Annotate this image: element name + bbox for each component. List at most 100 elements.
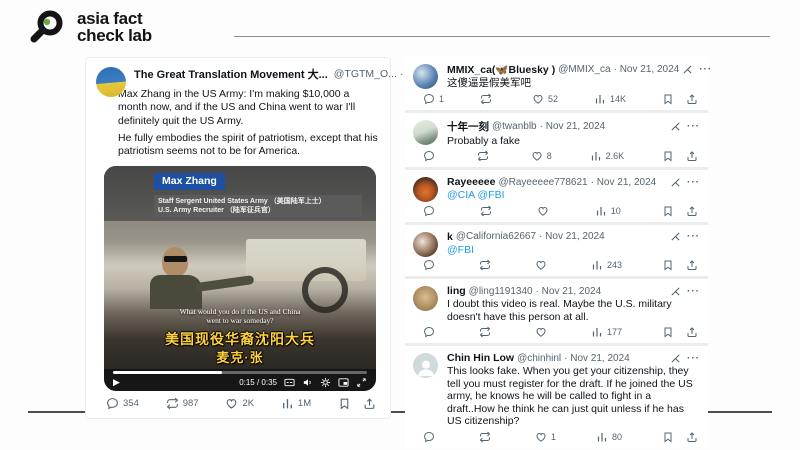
share-button[interactable]: [363, 397, 376, 410]
reply-engagement-bar: 10: [423, 205, 698, 217]
repost-button[interactable]: [480, 205, 496, 217]
views-button[interactable]: 1M: [281, 397, 311, 410]
author-name[interactable]: MMIX_ca(🦋Bluesky ): [447, 63, 555, 76]
reply-card[interactable]: MMIX_ca(🦋Bluesky ) @MMIX_ca · Nov 21, 20…: [405, 57, 708, 110]
avatar[interactable]: [96, 67, 126, 97]
share-button[interactable]: [686, 431, 698, 443]
repost-button[interactable]: [477, 150, 493, 162]
repost-button[interactable]: 987: [166, 397, 199, 410]
reply-button[interactable]: [423, 259, 439, 271]
like-button[interactable]: 8: [531, 150, 552, 162]
repost-button[interactable]: [479, 431, 495, 443]
views-button[interactable]: 243: [591, 259, 622, 271]
author-handle[interactable]: @California62667: [456, 231, 536, 242]
avatar[interactable]: [413, 64, 438, 89]
author-handle[interactable]: @MMIX_ca: [558, 64, 610, 75]
like-button[interactable]: 52: [532, 93, 558, 105]
more-icon[interactable]: ···: [687, 121, 700, 132]
author-handle[interactable]: @twanblb: [492, 121, 537, 132]
avatar[interactable]: [413, 286, 438, 311]
author-handle[interactable]: @chinhinl: [517, 353, 561, 364]
repost-button[interactable]: [479, 326, 495, 338]
more-icon[interactable]: ···: [687, 177, 700, 188]
grok-icon[interactable]: [670, 286, 681, 297]
grok-icon[interactable]: [670, 231, 681, 242]
grok-icon[interactable]: [670, 121, 681, 132]
pip-icon[interactable]: [338, 377, 349, 388]
share-button[interactable]: [686, 93, 698, 105]
reply-button[interactable]: 354: [106, 397, 139, 410]
captions-icon[interactable]: [284, 377, 295, 388]
avatar[interactable]: [413, 232, 438, 257]
share-button[interactable]: [686, 150, 698, 162]
reply-text: This looks fake. When you get your citiz…: [447, 365, 700, 428]
grok-icon[interactable]: [670, 177, 681, 188]
reply-card[interactable]: Chin Hin Low @chinhinl · Nov 21, 2024 ··…: [405, 346, 708, 448]
reply-text[interactable]: @FBI: [447, 244, 700, 257]
repost-button[interactable]: [480, 93, 496, 105]
reply-card[interactable]: Rayeeeee @Rayeeeee778621 · Nov 21, 2024 …: [405, 170, 708, 222]
author-handle[interactable]: @Rayeeeee778621: [498, 177, 587, 188]
reply-button[interactable]: [423, 326, 439, 338]
repost-button[interactable]: [479, 259, 495, 271]
reply-text[interactable]: @CIA @FBI: [447, 189, 700, 202]
author-name[interactable]: The Great Translation Movement 大...: [134, 66, 328, 82]
like-button[interactable]: [535, 326, 551, 338]
avatar[interactable]: [413, 353, 438, 378]
grok-icon[interactable]: [670, 353, 681, 364]
views-button[interactable]: 14K: [594, 93, 626, 105]
more-icon[interactable]: ···: [687, 353, 700, 364]
video-overlay-text: 麦克·张: [104, 347, 376, 366]
more-icon[interactable]: ···: [699, 64, 712, 75]
like-button[interactable]: 1: [535, 431, 556, 443]
author-name[interactable]: ling: [447, 285, 466, 297]
reply-date: · Nov 21, 2024: [614, 64, 680, 75]
like-button[interactable]: [535, 259, 551, 271]
bookmark-button[interactable]: [662, 205, 674, 217]
like-button[interactable]: [537, 205, 553, 217]
views-button[interactable]: 80: [596, 431, 622, 443]
more-icon[interactable]: ···: [687, 286, 700, 297]
fullscreen-icon[interactable]: [356, 377, 367, 388]
author-handle[interactable]: @TGTM_O...: [334, 68, 397, 80]
video-player[interactable]: Max Zhang Staff Sergent United States Ar…: [104, 166, 376, 391]
bookmark-button[interactable]: [662, 150, 674, 162]
share-button[interactable]: [686, 326, 698, 338]
avatar[interactable]: [413, 120, 438, 145]
share-button[interactable]: [686, 205, 698, 217]
reply-button[interactable]: [423, 205, 439, 217]
more-icon[interactable]: ···: [687, 231, 700, 242]
play-icon[interactable]: ▶: [113, 377, 120, 388]
avatar[interactable]: [413, 177, 438, 202]
volume-icon[interactable]: [302, 377, 313, 388]
reply-engagement-bar: 177: [423, 326, 698, 338]
video-progress-bar[interactable]: [113, 371, 367, 374]
views-button[interactable]: 10: [595, 205, 621, 217]
reply-card[interactable]: 十年一刻 @twanblb · Nov 21, 2024 ··· Probabl…: [405, 113, 708, 168]
bookmark-button[interactable]: [662, 431, 674, 443]
car-window: [246, 239, 366, 281]
video-controls: ▶ 0:15 / 0:35: [104, 375, 376, 391]
author-name[interactable]: 十年一刻: [447, 119, 489, 134]
author-name[interactable]: k: [447, 231, 453, 243]
reply-button[interactable]: [423, 150, 439, 162]
bookmark-button[interactable]: [662, 259, 674, 271]
author-name[interactable]: Chin Hin Low: [447, 352, 514, 364]
main-tweet-card[interactable]: The Great Translation Movement 大... @TGT…: [85, 57, 391, 419]
bookmark-button[interactable]: [662, 93, 674, 105]
bookmark-button[interactable]: [662, 326, 674, 338]
bookmark-button[interactable]: [338, 397, 351, 410]
share-button[interactable]: [686, 259, 698, 271]
reply-button[interactable]: 1: [423, 93, 444, 105]
grok-icon[interactable]: [682, 64, 693, 75]
reply-button[interactable]: [423, 431, 439, 443]
author-handle[interactable]: @ling1191340: [469, 286, 533, 297]
views-button[interactable]: 2.6K: [590, 150, 625, 162]
reply-card[interactable]: k @California62667 · Nov 21, 2024 ··· @F…: [405, 225, 708, 277]
author-name[interactable]: Rayeeeee: [447, 176, 495, 188]
settings-icon[interactable]: [320, 377, 331, 388]
driver-torso: [150, 275, 202, 309]
reply-card[interactable]: ling @ling1191340 · Nov 21, 2024 ··· I d…: [405, 279, 708, 343]
like-button[interactable]: 2K: [225, 397, 254, 410]
views-button[interactable]: 177: [591, 326, 622, 338]
